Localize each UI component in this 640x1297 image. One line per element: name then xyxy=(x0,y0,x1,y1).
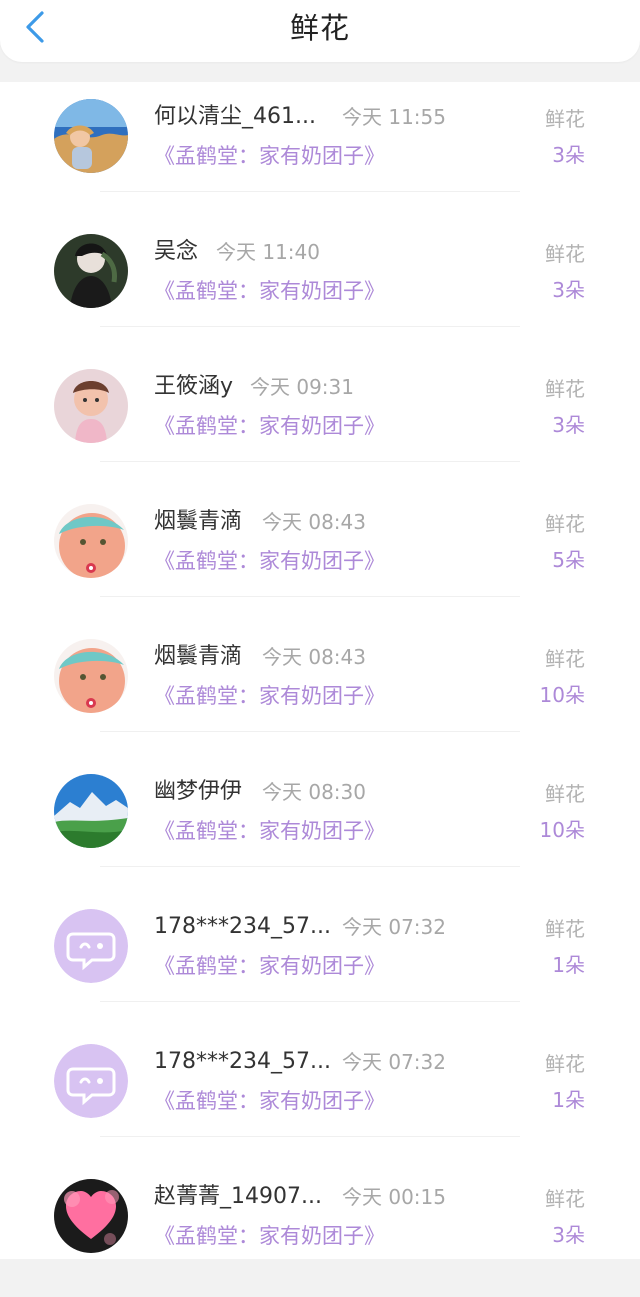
avatar[interactable] xyxy=(54,504,128,578)
book-title-link[interactable]: 《孟鹤堂：家有奶团子》 xyxy=(154,546,385,576)
username: 幽梦伊伊 xyxy=(154,779,243,804)
gift-type-label: 鲜花 xyxy=(545,377,585,401)
book-title-link[interactable]: 《孟鹤堂：家有奶团子》 xyxy=(154,141,385,171)
timestamp: 今天 08:43 xyxy=(262,510,366,534)
flower-gift-list: 何以清尘_461... 今天 11:55 《孟鹤堂：家有奶团子》 鲜花 3朵 吴… xyxy=(0,82,640,1259)
username: 烟鬟青滴 xyxy=(154,644,243,669)
list-item[interactable]: 178***234_57... 今天 07:32 《孟鹤堂：家有奶团子》 鲜花 … xyxy=(0,1027,640,1162)
gift-type-label: 鲜花 xyxy=(545,1052,585,1076)
book-title-link[interactable]: 《孟鹤堂：家有奶团子》 xyxy=(154,816,385,846)
list-item[interactable]: 吴念 今天 11:40 《孟鹤堂：家有奶团子》 鲜花 3朵 xyxy=(0,217,640,352)
gift-count: 1朵 xyxy=(552,1088,585,1112)
gift-type-label: 鲜花 xyxy=(545,647,585,671)
divider xyxy=(100,731,520,732)
avatar[interactable] xyxy=(54,774,128,848)
avatar[interactable] xyxy=(54,234,128,308)
timestamp: 今天 08:30 xyxy=(262,780,366,804)
username: 178***234_57... xyxy=(154,914,331,939)
divider xyxy=(100,1001,520,1002)
gift-type-label: 鲜花 xyxy=(545,782,585,806)
divider xyxy=(100,1136,520,1137)
divider xyxy=(100,326,520,327)
book-title-link[interactable]: 《孟鹤堂：家有奶团子》 xyxy=(154,411,385,441)
avatar[interactable] xyxy=(54,1044,128,1118)
gift-count: 3朵 xyxy=(552,278,585,302)
list-item[interactable]: 烟鬟青滴 今天 08:43 《孟鹤堂：家有奶团子》 鲜花 5朵 xyxy=(0,487,640,622)
gift-count: 3朵 xyxy=(552,413,585,437)
divider xyxy=(100,461,520,462)
timestamp: 今天 07:32 xyxy=(342,1050,446,1074)
username: 178***234_57... xyxy=(154,1049,331,1074)
gift-count: 3朵 xyxy=(552,1223,585,1247)
divider xyxy=(100,866,520,867)
list-item[interactable]: 赵菁菁_14907... 今天 00:15 《孟鹤堂：家有奶团子》 鲜花 3朵 xyxy=(0,1162,640,1297)
username: 赵菁菁_14907... xyxy=(154,1184,322,1209)
timestamp: 今天 08:43 xyxy=(262,645,366,669)
top-nav-bar: 鲜花 xyxy=(0,0,640,62)
book-title-link[interactable]: 《孟鹤堂：家有奶团子》 xyxy=(154,1086,385,1116)
username: 吴念 xyxy=(154,239,199,264)
gift-count: 1朵 xyxy=(552,953,585,977)
gift-type-label: 鲜花 xyxy=(545,107,585,131)
avatar[interactable] xyxy=(54,1179,128,1253)
list-item[interactable]: 王筱涵y 今天 09:31 《孟鹤堂：家有奶团子》 鲜花 3朵 xyxy=(0,352,640,487)
timestamp: 今天 00:15 xyxy=(342,1185,446,1209)
gift-count: 10朵 xyxy=(539,683,585,707)
book-title-link[interactable]: 《孟鹤堂：家有奶团子》 xyxy=(154,1221,385,1251)
avatar[interactable] xyxy=(54,369,128,443)
divider xyxy=(100,191,520,192)
gift-type-label: 鲜花 xyxy=(545,1187,585,1211)
book-title-link[interactable]: 《孟鹤堂：家有奶团子》 xyxy=(154,276,385,306)
timestamp: 今天 11:55 xyxy=(342,105,446,129)
timestamp: 今天 11:40 xyxy=(216,240,320,264)
book-title-link[interactable]: 《孟鹤堂：家有奶团子》 xyxy=(154,951,385,981)
gift-type-label: 鲜花 xyxy=(545,512,585,536)
timestamp: 今天 09:31 xyxy=(250,375,354,399)
gift-count: 10朵 xyxy=(539,818,585,842)
list-item[interactable]: 178***234_57... 今天 07:32 《孟鹤堂：家有奶团子》 鲜花 … xyxy=(0,892,640,1027)
gift-count: 3朵 xyxy=(552,143,585,167)
list-item[interactable]: 何以清尘_461... 今天 11:55 《孟鹤堂：家有奶团子》 鲜花 3朵 xyxy=(0,82,640,217)
list-item[interactable]: 幽梦伊伊 今天 08:30 《孟鹤堂：家有奶团子》 鲜花 10朵 xyxy=(0,757,640,892)
page-title: 鲜花 xyxy=(289,11,350,45)
username: 何以清尘_461... xyxy=(154,104,316,129)
list-item[interactable]: 烟鬟青滴 今天 08:43 《孟鹤堂：家有奶团子》 鲜花 10朵 xyxy=(0,622,640,757)
divider xyxy=(100,596,520,597)
avatar[interactable] xyxy=(54,639,128,713)
gift-type-label: 鲜花 xyxy=(545,917,585,941)
avatar[interactable] xyxy=(54,99,128,173)
username: 王筱涵y xyxy=(154,374,234,399)
username: 烟鬟青滴 xyxy=(154,509,243,534)
gift-count: 5朵 xyxy=(552,548,585,572)
timestamp: 今天 07:32 xyxy=(342,915,446,939)
gift-type-label: 鲜花 xyxy=(545,242,585,266)
avatar[interactable] xyxy=(54,909,128,983)
book-title-link[interactable]: 《孟鹤堂：家有奶团子》 xyxy=(154,681,385,711)
